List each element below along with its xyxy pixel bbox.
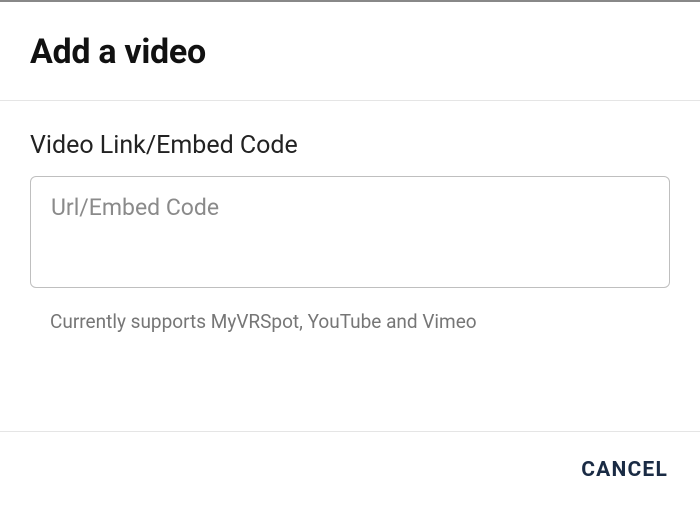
cancel-button[interactable]: CANCEL bbox=[579, 454, 670, 486]
modal-header: Add a video bbox=[0, 2, 700, 101]
modal-content: Video Link/Embed Code Currently supports… bbox=[0, 101, 700, 432]
add-video-modal: Add a video Video Link/Embed Code Curren… bbox=[0, 0, 700, 508]
video-link-label: Video Link/Embed Code bbox=[30, 131, 670, 160]
modal-title: Add a video bbox=[30, 32, 670, 72]
modal-footer: CANCEL bbox=[0, 432, 700, 508]
video-link-input[interactable] bbox=[30, 176, 670, 288]
video-link-helper: Currently supports MyVRSpot, YouTube and… bbox=[30, 310, 670, 333]
